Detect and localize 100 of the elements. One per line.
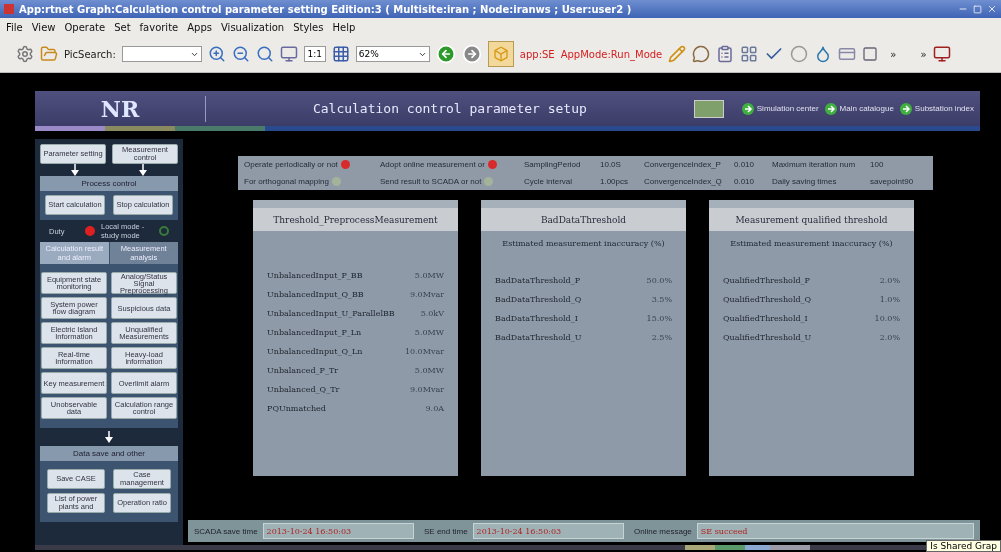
panel-subtitle: Estimated measurement inaccuracy (%): [729, 239, 894, 248]
menu-item[interactable]: favorite: [139, 21, 179, 33]
status-field: 2013-10-24 16:50:03: [262, 523, 414, 539]
parameter-label: ConvergenceIndex_Q: [644, 177, 723, 186]
panel-title: Measurement qualified threshold: [709, 208, 914, 231]
menu-item[interactable]: View: [31, 21, 56, 33]
switch-label: Adopt online measurement or: [380, 160, 485, 169]
switch-label: Operate periodically or not: [244, 160, 338, 169]
parameter-value: 100: [870, 160, 885, 169]
threshold-name: UnbalancedInput_Q_Ln: [267, 347, 363, 356]
parameter-label: Maximum iteration num: [772, 160, 857, 169]
threshold-name: Unbalanced_P_Tr: [267, 366, 339, 375]
arrow-icon: [105, 431, 113, 443]
parameter-label: Daily saving times: [772, 177, 838, 186]
monitor-icon[interactable]: [279, 45, 298, 63]
threshold-value: 2.0%: [879, 276, 900, 285]
parameter-value: 0.010: [734, 160, 756, 169]
switch-label: For orthogonal mapping: [244, 177, 329, 186]
more-button[interactable]: »: [890, 48, 897, 60]
switch-dot[interactable]: [484, 177, 494, 186]
menu-item[interactable]: File: [6, 21, 23, 33]
threshold-name: QualifiedThreshold_U: [723, 333, 812, 342]
threshold-value: 5.0MW: [414, 366, 444, 375]
arrow-icon: [71, 164, 79, 176]
threshold-name: BadDataThreshold_U: [495, 333, 582, 342]
section-title: Process control: [40, 176, 178, 191]
menu-item[interactable]: Help: [332, 21, 356, 33]
switch-dot[interactable]: [340, 160, 350, 169]
menu-item[interactable]: Set: [114, 21, 131, 33]
nav-link[interactable]: Substation index: [899, 102, 974, 115]
back-icon[interactable]: [435, 44, 456, 64]
search-dropdown[interactable]: [121, 46, 202, 62]
threshold-name: BadDataThreshold_Q: [495, 295, 582, 304]
arrow-icon: [741, 102, 754, 115]
threshold-value: 3.5%: [651, 295, 672, 304]
logo: NR: [35, 95, 206, 122]
clipboard-icon[interactable]: [716, 45, 735, 63]
search-icon[interactable]: [255, 45, 274, 63]
threshold-value: 2.5%: [651, 333, 672, 342]
window-title: App:rtnet Graph:Calculation control parameter setting Edition:3 ( Multisite:iran ; Node:iranws ; User:user2 ): [19, 3, 633, 15]
app-mode-label: AppMode:Run_Mode: [560, 48, 663, 60]
card-icon[interactable]: [838, 45, 857, 63]
zoom-in-icon[interactable]: [207, 45, 226, 63]
status-label: SE end time: [424, 526, 468, 536]
nav-link[interactable]: Main catalogue: [824, 102, 894, 115]
search-label: PicSearch:: [64, 48, 116, 60]
arrow-icon: [139, 164, 147, 176]
threshold-value: 10.0Mvar: [404, 347, 444, 356]
threshold-name: Unbalanced_Q_Tr: [267, 385, 340, 394]
more-button[interactable]: »: [920, 48, 927, 60]
grid-icon[interactable]: [331, 45, 350, 63]
status-label: SCADA save time: [194, 526, 258, 536]
threshold-value: 10.0%: [874, 314, 900, 323]
diagram-icon[interactable]: [693, 99, 724, 118]
threshold-name: BadDataThreshold_P: [495, 276, 581, 285]
panel-title: BadDataThreshold: [481, 208, 686, 231]
arrow-icon: [824, 102, 837, 115]
close-icon[interactable]: [987, 4, 997, 14]
threshold-value: 9.0A: [425, 404, 444, 413]
window-icon[interactable]: [862, 46, 879, 62]
forward-icon[interactable]: [461, 44, 482, 64]
menu-item[interactable]: Apps: [187, 21, 212, 33]
monitor-alert-icon[interactable]: [932, 45, 951, 63]
threshold-value: 5.0MW: [414, 271, 444, 280]
settings-icon[interactable]: [16, 45, 34, 63]
page-title: Calculation control parameter setup: [311, 101, 588, 116]
threshold-name: QualifiedThreshold_Q: [723, 295, 812, 304]
maximize-icon[interactable]: [973, 4, 982, 14]
cube-icon: [492, 46, 509, 62]
zoom-dropdown[interactable]: 62%: [355, 46, 430, 62]
nav-link[interactable]: Simulation center: [741, 102, 819, 115]
ratio-button[interactable]: 1:1: [303, 46, 326, 62]
switch-label: Send result to SCADA or not: [380, 177, 482, 186]
menu-item[interactable]: Styles: [293, 21, 324, 33]
threshold-name: UnbalancedInput_P_BB: [267, 271, 363, 280]
threshold-name: BadDataThreshold_I: [495, 314, 578, 323]
parameter-label: SamplingPeriod: [524, 160, 582, 169]
cube-button[interactable]: [487, 41, 514, 67]
switch-dot[interactable]: [487, 160, 497, 169]
chat-icon[interactable]: [692, 45, 711, 63]
arrow-icon: [899, 102, 912, 115]
threshold-name: QualifiedThreshold_P: [723, 276, 810, 285]
threshold-name: QualifiedThreshold_I: [723, 314, 808, 323]
panel-title: Threshold_PreprocessMeasurement: [253, 208, 458, 231]
folder-icon[interactable]: [40, 45, 58, 63]
menu-item[interactable]: Operate: [64, 21, 106, 33]
parameter-value: 1.00pcs: [600, 177, 630, 186]
switch-dot[interactable]: [331, 177, 341, 186]
zoom-out-icon[interactable]: [231, 45, 250, 63]
menu-item[interactable]: Visualization: [221, 21, 285, 33]
section-title: Data save and other: [40, 446, 178, 461]
threshold-name: PQUnmatched: [267, 404, 326, 413]
threshold-value: 1.0%: [879, 295, 900, 304]
parameter-label: ConvergenceIndex_P: [644, 160, 722, 169]
threshold-value: 5.0kV: [420, 309, 444, 318]
panel-subtitle: Estimated measurement inaccuracy (%): [501, 239, 666, 248]
pencil-icon[interactable]: [668, 45, 687, 63]
grid-view-icon[interactable]: [740, 45, 759, 63]
circle-icon[interactable]: [790, 45, 809, 63]
threshold-name: UnbalancedInput_U_ParallelBB: [267, 309, 395, 318]
